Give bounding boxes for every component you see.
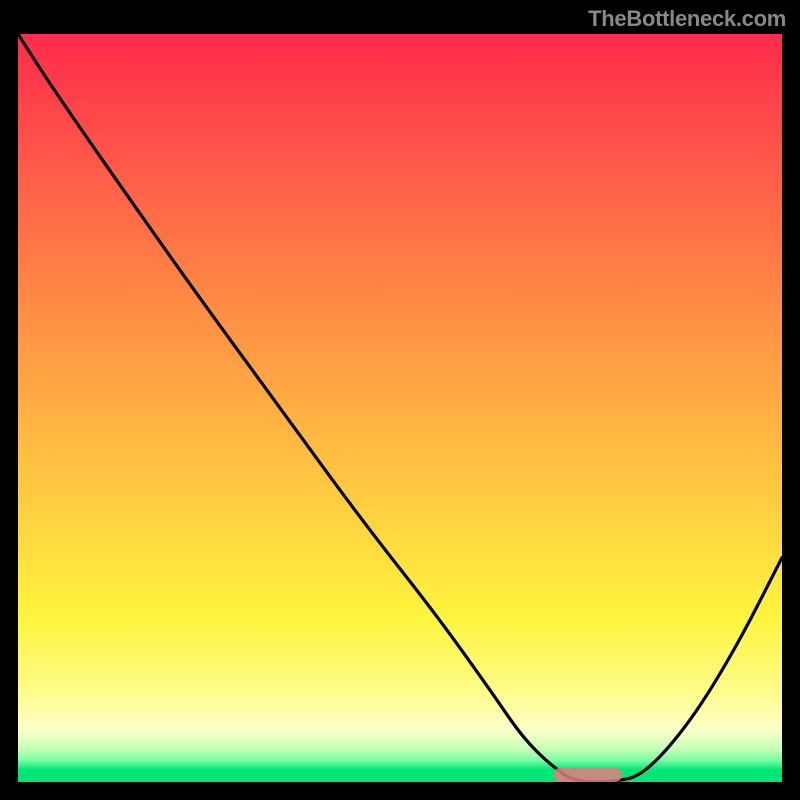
curve-svg [18, 34, 782, 782]
plot-area [18, 34, 782, 782]
bottleneck-curve [18, 34, 782, 782]
watermark-text: TheBottleneck.com [588, 6, 786, 32]
chart-frame: TheBottleneck.com [0, 0, 800, 800]
optimum-marker [553, 768, 622, 782]
